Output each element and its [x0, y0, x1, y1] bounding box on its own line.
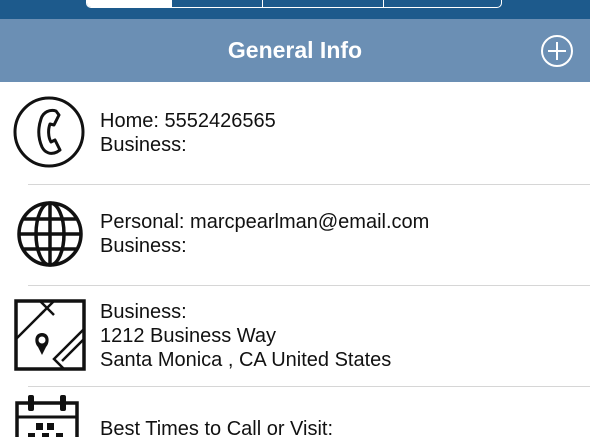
home-phone: Home: 5552426565: [100, 110, 276, 132]
navigation-bar: General Info: [0, 19, 590, 82]
address-label: Business:: [100, 301, 187, 323]
address-city: Santa Monica , CA United States: [100, 349, 392, 371]
segment-4[interactable]: [384, 0, 501, 7]
business-phone: Business:: [100, 134, 187, 156]
address-row[interactable]: Business: 1212 Business Way Santa Monica…: [0, 286, 590, 386]
plus-circle-icon: [541, 35, 573, 67]
segment-2[interactable]: [172, 0, 263, 7]
add-button[interactable]: [540, 34, 574, 68]
business-email: Business:: [100, 235, 187, 257]
globe-icon: [16, 200, 84, 273]
segment-3[interactable]: [263, 0, 384, 7]
segment-1[interactable]: [87, 0, 172, 7]
phone-text: Home: 5552426565 Business:: [100, 109, 276, 157]
phone-row[interactable]: Home: 5552426565 Business:: [0, 82, 590, 184]
address-text: Business: 1212 Business Way Santa Monica…: [100, 300, 391, 372]
top-bar: [0, 0, 590, 19]
segmented-control: [86, 0, 502, 8]
phone-icon: [12, 95, 86, 174]
best-times-row[interactable]: Best Times to Call or Visit:: [0, 387, 590, 437]
personal-email: Personal: marcpearlman@email.com: [100, 211, 430, 233]
calendar-icon: [14, 393, 80, 437]
page-title: General Info: [227, 37, 363, 63]
address-street: 1212 Business Way: [100, 325, 277, 347]
email-row[interactable]: Personal: marcpearlman@email.com Busines…: [0, 185, 590, 285]
email-text: Personal: marcpearlman@email.com Busines…: [100, 210, 429, 258]
map-icon: [14, 299, 86, 376]
page: General Info Home: 5552426565 Business:: [0, 0, 590, 437]
best-times-text: Best Times to Call or Visit:: [100, 417, 333, 437]
best-times-label: Best Times to Call or Visit:: [100, 418, 334, 437]
